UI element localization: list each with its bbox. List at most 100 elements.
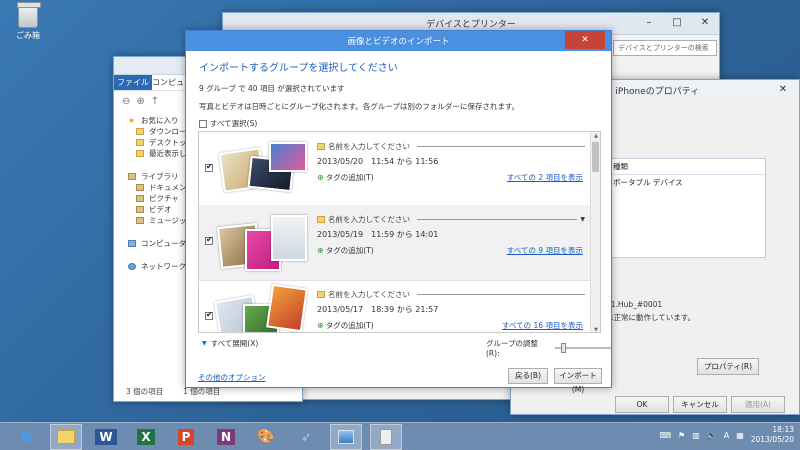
group-checkbox[interactable] bbox=[205, 310, 213, 320]
minimize-button[interactable]: – bbox=[635, 13, 663, 33]
ok-button[interactable]: OK bbox=[615, 396, 669, 413]
group-date-range: 2013/05/19 11:59 から 14:01 bbox=[317, 230, 439, 239]
photo-thumbnail bbox=[269, 142, 307, 172]
folder-icon bbox=[317, 291, 325, 298]
device-location: 01.Hub_#0001 bbox=[606, 300, 663, 309]
import-shape bbox=[380, 428, 392, 445]
library-icon bbox=[128, 173, 136, 180]
other-options-link[interactable]: その他のオプション bbox=[198, 372, 266, 383]
paint-icon[interactable]: 🎨 bbox=[250, 424, 282, 450]
word-icon[interactable]: W bbox=[90, 424, 122, 450]
back-button[interactable]: 戻る(B) bbox=[508, 368, 548, 384]
table-row[interactable]: ポータブル デバイス bbox=[607, 175, 765, 190]
nav-item-videos[interactable]: ビデオ bbox=[114, 204, 194, 215]
import-icon[interactable] bbox=[370, 423, 402, 450]
scrollbar-thumb[interactable] bbox=[592, 142, 599, 172]
nav-item-downloads[interactable]: ダウンロード bbox=[114, 126, 194, 137]
group-list[interactable]: 名前を入力してください 2013/05/20 11:54 から 11:56 ⊕タ… bbox=[198, 131, 601, 333]
back-arrow-icon[interactable]: ⊖ bbox=[122, 96, 130, 107]
group-thumbnails[interactable] bbox=[213, 283, 311, 332]
group-item[interactable]: 名前を入力してください 2013/05/20 11:54 から 11:56 ⊕タ… bbox=[199, 132, 591, 208]
excel-icon[interactable]: X bbox=[130, 424, 162, 450]
recycle-bin-label: ごみ箱 bbox=[16, 31, 40, 40]
nav-item-desktop[interactable]: デスクトップ bbox=[114, 137, 194, 148]
nav-item-recent[interactable]: 最近表示した bbox=[114, 148, 194, 159]
scroll-down-icon[interactable]: ▼ bbox=[591, 327, 600, 332]
forward-arrow-icon[interactable]: ⊕ bbox=[136, 96, 144, 107]
group-item[interactable]: 名前を入力してください ▼ 2013/05/19 11:59 から 14:01 ⊕… bbox=[199, 205, 591, 281]
properties-close-button[interactable]: ✕ bbox=[769, 80, 797, 100]
nav-item-network[interactable]: ネットワーク bbox=[114, 261, 194, 272]
up-arrow-icon[interactable]: ↑ bbox=[151, 96, 159, 107]
import-button[interactable]: インポート(M) bbox=[554, 368, 602, 394]
scroll-up-icon[interactable]: ▲ bbox=[591, 133, 600, 139]
add-tag-label: タグの追加(T) bbox=[325, 173, 374, 182]
folder-icon[interactable] bbox=[50, 423, 82, 450]
grouping-description: 写真とビデオは日時ごとにグループ化されます。各グループは別のフォルダーに保存され… bbox=[199, 102, 520, 111]
import-title-bar[interactable]: 画像とビデオのインポート ✕ bbox=[186, 31, 611, 51]
nav-item-documents[interactable]: ドキュメント bbox=[114, 182, 194, 193]
group-thumbnails[interactable] bbox=[215, 138, 311, 200]
expand-all-button[interactable]: ▼ すべて展開(X) bbox=[202, 338, 258, 349]
group-checkbox[interactable] bbox=[205, 235, 213, 245]
group-name-field[interactable]: 名前を入力してください ▼ bbox=[317, 214, 585, 225]
group-list-scrollbar[interactable]: ▲ ▼ bbox=[590, 132, 600, 332]
select-all-checkbox[interactable]: すべて選択(S) bbox=[199, 118, 257, 129]
add-tag-button[interactable]: ⊕ タグの追加(T) bbox=[317, 320, 374, 331]
recycle-bin[interactable]: ごみ箱 bbox=[10, 2, 46, 41]
nav-item-libraries[interactable]: ライブラリ bbox=[114, 171, 194, 182]
ime-settings-icon[interactable]: ▦ bbox=[736, 431, 744, 440]
volume-icon[interactable]: 🔈 bbox=[707, 431, 717, 440]
devices-search-input[interactable]: デバイスとプリンターの検索 bbox=[613, 40, 717, 56]
nav-item-favorites[interactable]: ★ お気に入り bbox=[114, 115, 194, 126]
nav-item-music[interactable]: ミュージック bbox=[114, 215, 194, 226]
group-thumbnails[interactable] bbox=[215, 211, 311, 273]
powerpoint-glyph: P bbox=[177, 428, 195, 445]
group-adjust-slider[interactable] bbox=[555, 343, 611, 353]
view-all-items-link[interactable]: すべての 9 項目を表示 bbox=[507, 245, 583, 256]
keyboard-icon[interactable]: ⌨ bbox=[659, 431, 671, 440]
system-tray: ⌨ ⚑ ▥ 🔈 A ▦ 18:13 2013/05/20 bbox=[659, 425, 794, 445]
group-name-placeholder: 名前を入力してください bbox=[328, 290, 411, 299]
clock[interactable]: 18:13 2013/05/20 bbox=[751, 425, 794, 445]
music-icon bbox=[136, 217, 144, 224]
tag-add-icon: ⊕ bbox=[317, 246, 324, 255]
recent-folder-icon bbox=[136, 150, 144, 157]
group-adjust-control: グループの調整(R): bbox=[486, 338, 611, 358]
group-name-placeholder: 名前を入力してください bbox=[328, 142, 411, 151]
view-all-items-link[interactable]: すべての 2 項目を表示 bbox=[507, 172, 583, 183]
add-tag-button[interactable]: ⊕ タグの追加(T) bbox=[317, 245, 374, 256]
remote-desktop-icon[interactable]: ➶ bbox=[290, 424, 322, 450]
group-name-field[interactable]: 名前を入力してください bbox=[317, 289, 585, 300]
apply-button[interactable]: 適用(A) bbox=[731, 396, 785, 413]
group-name-field[interactable]: 名前を入力してください bbox=[317, 141, 585, 152]
import-close-button[interactable]: ✕ bbox=[565, 31, 605, 49]
dropdown-arrow-icon[interactable]: ▼ bbox=[580, 216, 585, 223]
nav-item-computer[interactable]: コンピューター bbox=[114, 238, 194, 249]
device-properties-button[interactable]: プロパティ(R) bbox=[697, 358, 759, 375]
ribbon-file-tab[interactable]: ファイル bbox=[114, 75, 152, 90]
nav-item-pictures[interactable]: ピクチャ bbox=[114, 193, 194, 204]
ime-mode-indicator[interactable]: A bbox=[724, 431, 729, 440]
onenote-icon[interactable]: N bbox=[210, 424, 242, 450]
slider-handle[interactable] bbox=[561, 343, 567, 353]
close-button[interactable]: ✕ bbox=[691, 13, 719, 33]
maximize-button[interactable]: □ bbox=[663, 13, 691, 33]
group-checkbox[interactable] bbox=[205, 162, 213, 172]
import-dialog-title: 画像とビデオのインポート bbox=[347, 37, 450, 47]
control-panel-icon[interactable] bbox=[330, 423, 362, 450]
flag-icon[interactable]: ⚑ bbox=[678, 431, 685, 440]
clock-date: 2013/05/20 bbox=[750, 435, 794, 444]
device-status: は正常に動作しています。 bbox=[606, 313, 696, 322]
powerpoint-icon[interactable]: P bbox=[170, 424, 202, 450]
view-all-items-link[interactable]: すべての 16 項目を表示 bbox=[502, 320, 583, 331]
videos-icon bbox=[136, 206, 144, 213]
chevron-down-icon: ▼ bbox=[202, 340, 207, 347]
import-dialog[interactable]: 画像とビデオのインポート ✕ インポートするグループを選択してください 9 グル… bbox=[185, 30, 612, 394]
group-item[interactable]: 名前を入力してください 2013/05/17 18:39 から 21:57 ⊕タ… bbox=[199, 280, 591, 332]
ie-icon[interactable]: e bbox=[10, 424, 42, 450]
device-function-table[interactable]: 種類 ポータブル デバイス bbox=[606, 158, 766, 258]
network-status-icon[interactable]: ▥ bbox=[692, 431, 700, 440]
add-tag-button[interactable]: ⊕ タグの追加(T) bbox=[317, 172, 374, 183]
cancel-button[interactable]: キャンセル bbox=[673, 396, 727, 413]
